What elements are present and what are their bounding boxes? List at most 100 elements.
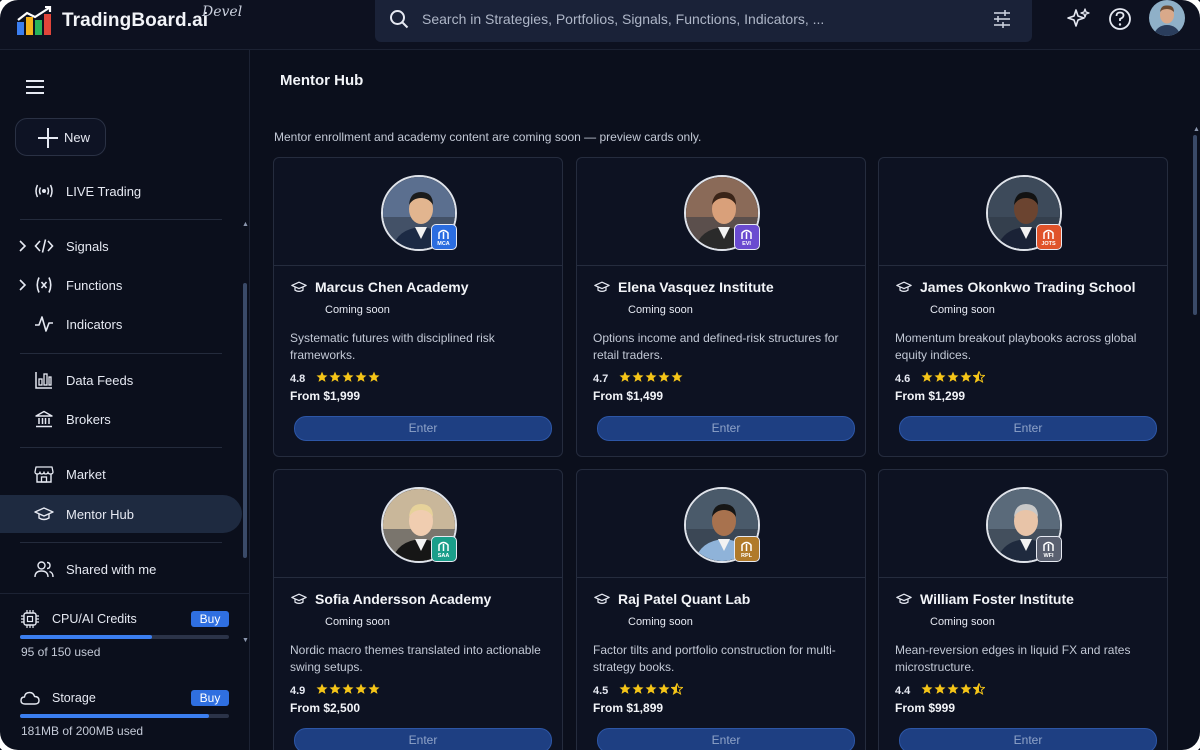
price: From $1,499 [593, 389, 664, 403]
star-full-icon [368, 371, 380, 382]
status-badge: Coming soon [325, 304, 390, 316]
star-full-icon [619, 371, 631, 382]
main-scroll-thumb[interactable] [1193, 135, 1197, 315]
card-divider [879, 265, 1167, 266]
enter-button[interactable]: Enter [597, 728, 855, 750]
bank-icon [35, 410, 53, 428]
star-full-icon [921, 683, 933, 694]
broadcast-icon [35, 184, 53, 198]
environment-label: Devel [202, 4, 243, 20]
storage-used-text: 181MB of 200MB used [21, 724, 144, 738]
rating-stars [921, 683, 985, 697]
star-full-icon [947, 371, 959, 382]
star-full-icon [632, 683, 644, 694]
rating-stars [619, 371, 683, 385]
star-full-icon [947, 683, 959, 694]
logo-icon[interactable] [16, 6, 52, 36]
sidebar-item-data-feeds[interactable]: Data Feeds [0, 361, 242, 399]
scroll-down-arrow-icon[interactable]: ▼ [242, 637, 249, 644]
star-full-icon [921, 371, 933, 382]
sidebar-item-label: Signals [66, 239, 109, 254]
mentor-description: Mean-reversion edges in liquid FX and ra… [895, 643, 1131, 674]
card-divider [274, 577, 562, 578]
star-full-icon [934, 371, 946, 382]
preview-notice: Mentor enrollment and academy content ar… [274, 130, 702, 144]
star-full-icon [645, 371, 657, 382]
badge-text: RPL [741, 553, 752, 559]
academy-badge-icon: MCA [431, 224, 457, 250]
scroll-up-arrow-icon[interactable]: ▲ [1193, 126, 1200, 133]
sidebar-scrollbar[interactable]: ▲ ▼ [242, 221, 249, 644]
sparkles-ai-icon[interactable] [1065, 6, 1091, 32]
enter-button[interactable]: Enter [899, 416, 1157, 441]
academy-badge-icon: WFI [1036, 536, 1062, 562]
user-avatar[interactable] [1149, 0, 1185, 36]
graduation-cap-icon [896, 593, 912, 604]
page-title: Mentor Hub [280, 72, 364, 89]
star-full-icon [355, 371, 367, 382]
credits-progress-bar [20, 635, 229, 639]
help-icon[interactable] [1107, 6, 1133, 32]
mentor-card: EVI Elena Vasquez Institute Coming soon Opt… [576, 157, 866, 457]
academy-badge-icon: SAA [431, 536, 457, 562]
enter-button[interactable]: Enter [294, 416, 552, 441]
star-full-icon [316, 683, 328, 694]
storage-buy-button[interactable]: Buy [191, 690, 229, 706]
star-full-icon [342, 371, 354, 382]
enter-button[interactable]: Enter [899, 728, 1157, 750]
sidebar-item-label: Brokers [66, 412, 111, 427]
mentor-name: Sofia Andersson Academy [315, 591, 492, 607]
credits-used-text: 95 of 150 used [21, 645, 101, 659]
users-icon [34, 561, 54, 578]
storage-progress-fill [20, 714, 210, 718]
sidebar-item-indicators[interactable]: Indicators [0, 305, 242, 343]
sidebar-item-market[interactable]: Market [0, 455, 242, 493]
chart-icon [35, 372, 52, 389]
graduation-cap-icon [291, 281, 307, 292]
sidebar-item-mentor-hub[interactable]: Mentor Hub [0, 495, 242, 533]
status-badge: Coming soon [628, 304, 693, 316]
mentor-description: Options income and defined-risk structur… [593, 331, 839, 362]
menu-icon[interactable] [24, 78, 46, 96]
star-half-icon [973, 371, 985, 383]
sidebar-item-shared-with-me[interactable]: Shared with me [0, 550, 242, 588]
graduation-cap-icon [594, 281, 610, 292]
credits-buy-button[interactable]: Buy [191, 611, 229, 627]
enter-button[interactable]: Enter [294, 728, 552, 750]
sidebar-item-signals[interactable]: Signals [0, 227, 242, 265]
mentor-description: Systematic futures with disciplined risk… [290, 331, 495, 362]
filter-sliders-icon[interactable] [991, 8, 1013, 30]
mentor-card: MCA Marcus Chen Academy Coming soon Systema… [273, 157, 563, 457]
star-full-icon [619, 683, 631, 694]
rating-value: 4.6 [895, 373, 911, 385]
new-button-label: New [64, 130, 91, 145]
star-full-icon [329, 683, 341, 694]
sidebar-item-live-trading[interactable]: LIVE Trading [0, 172, 242, 210]
star-full-icon [632, 371, 644, 382]
star-full-icon [645, 683, 657, 694]
new-button[interactable]: New [15, 118, 106, 156]
sidebar-item-label: Market [66, 467, 106, 482]
graduation-cap-icon [896, 281, 912, 292]
price: From $999 [895, 701, 956, 715]
star-full-icon [368, 683, 380, 694]
mentor-name: William Foster Institute [920, 591, 1074, 607]
rating-stars [619, 683, 683, 697]
sidebar-item-brokers[interactable]: Brokers [0, 400, 242, 438]
chevron-right-icon[interactable] [17, 278, 27, 292]
plus-icon [38, 128, 58, 148]
mentor-name: Marcus Chen Academy [315, 279, 469, 295]
sidebar-item-label: Functions [66, 278, 123, 293]
chevron-right-icon[interactable] [17, 239, 27, 253]
scroll-thumb[interactable] [243, 283, 247, 558]
scroll-up-arrow-icon[interactable]: ▲ [242, 221, 249, 228]
enter-button[interactable]: Enter [597, 416, 855, 441]
sidebar-item-functions[interactable]: Functions [0, 266, 242, 304]
sidebar-divider [20, 447, 222, 448]
search-bar[interactable]: Search in Strategies, Portfolios, Signal… [375, 0, 1032, 42]
price: From $1,899 [593, 701, 664, 715]
price: From $1,999 [290, 389, 361, 403]
brand-name[interactable]: TradingBoard.ai [62, 10, 208, 32]
sidebar-item-label: Shared with me [66, 562, 157, 577]
search-input[interactable]: Search in Strategies, Portfolios, Signal… [422, 11, 824, 27]
